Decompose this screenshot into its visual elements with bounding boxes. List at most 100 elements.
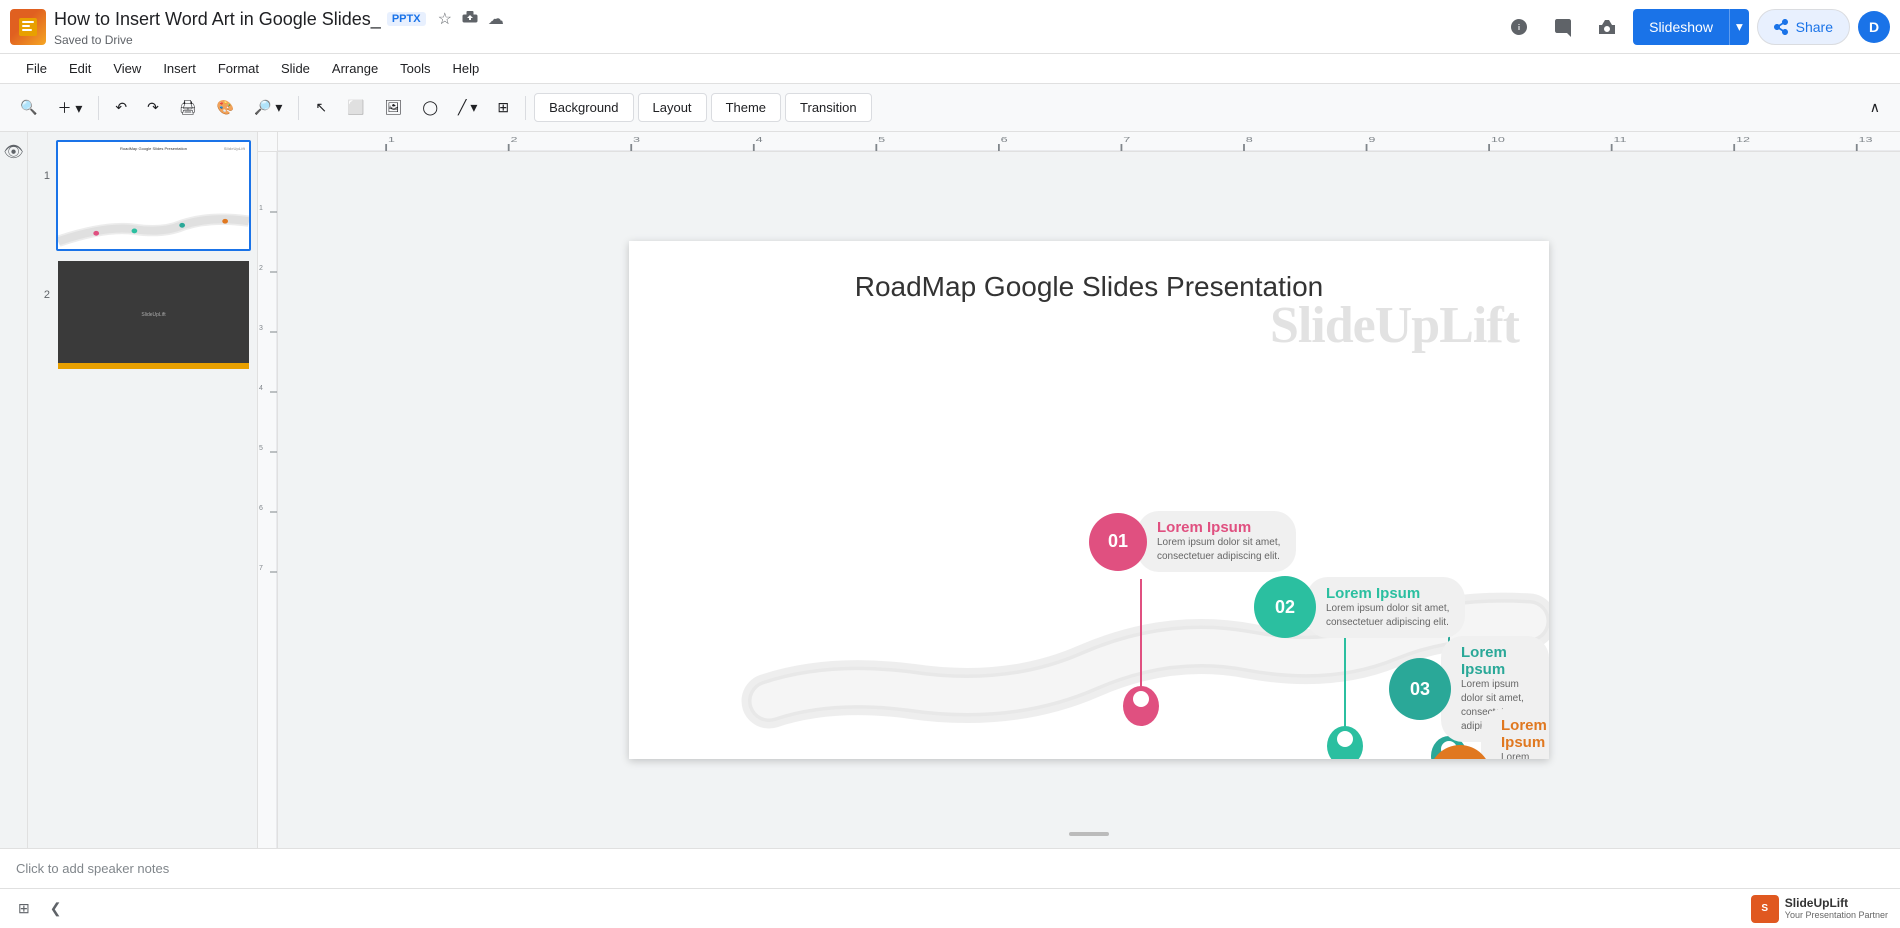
menu-tools[interactable]: Tools [390,57,440,80]
slides-panel: 1 RoadMap Google Slides Presentation Sli… [28,132,258,848]
svg-text:8: 8 [1246,137,1253,145]
svg-text:5: 5 [259,445,263,452]
slide-item-2[interactable]: 2 SlideUpLift [34,259,251,370]
left-side-icons: 👁 [0,132,28,848]
svg-text:1: 1 [388,137,395,145]
ruler-vertical: 1 2 3 4 5 6 7 [258,152,278,848]
slide2-label: SlideUpLift [141,312,165,318]
expand-panel-btn[interactable]: ❮ [44,896,68,921]
slide-thumb-inner-1: RoadMap Google Slides Presentation Slide… [58,142,249,249]
svg-text:11: 11 [1613,137,1626,145]
print-btn[interactable]: 🖨 [171,93,205,122]
milestone-01: 01 Lorem Ipsum Lorem ipsum dolor sit ame… [1089,511,1296,572]
slide-number-2: 2 [34,259,50,301]
title-icons: ☆ ☁ [436,7,506,32]
milestone-02: 02 Lorem Ipsum Lorem ipsum dolor sit ame… [1254,576,1465,638]
top-right-actions: Slideshow ▾ Share D [1501,9,1890,45]
canvas-area: 1 2 3 4 5 6 7 8 [258,132,1900,848]
ruler-row: 1 2 3 4 5 6 7 8 [258,132,1900,152]
top-bar: How to Insert Word Art in Google Slides_… [0,0,1900,54]
menu-help[interactable]: Help [443,57,490,80]
notes-bar[interactable]: Click to add speaker notes [0,848,1900,888]
collapse-toolbar-btn[interactable]: ∧ [1862,93,1888,122]
svg-text:13: 13 [1859,137,1873,145]
svg-text:9: 9 [1368,137,1375,145]
slide-item-1[interactable]: 1 RoadMap Google Slides Presentation Sli… [34,140,251,251]
scroll-indicator [1069,832,1109,836]
slideshow-dropdown[interactable]: ▾ [1729,9,1749,45]
slideshow-button[interactable]: Slideshow [1633,9,1729,45]
pptx-badge: PPTX [387,12,426,26]
share-label: Share [1796,19,1833,35]
image-btn[interactable]: 🖼 [377,93,411,122]
slide-thumb-inner-2: SlideUpLift [58,261,249,368]
slide-panel-icon[interactable]: 👁 [3,142,23,162]
camera-icon[interactable] [1589,11,1625,43]
textbox-btn[interactable]: ⊞ [489,93,517,122]
menu-view[interactable]: View [103,57,151,80]
ruler-corner [258,132,278,152]
svg-text:6: 6 [1001,137,1008,145]
app-icon [10,9,46,45]
logo-tagline: Your Presentation Partner [1785,910,1888,921]
svg-text:1: 1 [259,205,263,212]
slide-thumb-2[interactable]: SlideUpLift [56,259,251,370]
slideuplift-logo-bottom: S SlideUpLift Your Presentation Partner [1751,895,1888,923]
zoom-btn[interactable]: 🔎 ▾ [246,93,290,122]
menu-format[interactable]: Format [208,57,269,80]
slide-viewport: RoadMap Google Slides Presentation Slide… [278,152,1900,848]
transition-button[interactable]: Transition [785,93,872,122]
svg-text:12: 12 [1736,137,1750,145]
theme-button[interactable]: Theme [711,93,781,122]
toolbar: 🔍 ＋ ▾ ↶ ↷ 🖨 🎨 🔎 ▾ ↖ ⬜ 🖼 ◯ ╱ ▾ ⊞ Backgrou… [0,84,1900,132]
background-button[interactable]: Background [534,93,633,122]
doc-title[interactable]: How to Insert Word Art in Google Slides_ [54,9,381,30]
shapes-btn[interactable]: ◯ [414,93,446,122]
saved-status: Saved to Drive [54,33,1493,47]
undo-btn[interactable]: ↶ [107,93,135,122]
svg-text:7: 7 [1123,137,1130,145]
line-btn[interactable]: ╱ ▾ [450,93,485,122]
add-btn[interactable]: ＋ ▾ [49,92,90,124]
svg-text:2: 2 [510,137,517,145]
slide-thumb-1[interactable]: RoadMap Google Slides Presentation Slide… [56,140,251,251]
ruler-horizontal: 1 2 3 4 5 6 7 8 [278,132,1900,152]
svg-text:5: 5 [878,137,885,145]
svg-text:2: 2 [259,265,263,272]
main-layout: 👁 1 RoadMap Google Slides Presentation S… [0,132,1900,928]
svg-text:7: 7 [259,565,263,572]
doc-title-row: How to Insert Word Art in Google Slides_… [54,7,1493,32]
menu-bar: File Edit View Insert Format Slide Arran… [0,54,1900,84]
svg-text:3: 3 [633,137,640,145]
notes-placeholder: Click to add speaker notes [16,861,169,876]
star-icon[interactable]: ☆ [436,7,454,31]
bottom-bar: ⊞ ❮ S SlideUpLift Your Presentation Part… [0,888,1900,928]
shape-select-btn[interactable]: ⬜ [339,93,372,122]
history-icon[interactable] [1501,11,1537,43]
svg-text:3: 3 [259,325,263,332]
comments-icon[interactable] [1545,11,1581,43]
slide-container[interactable]: RoadMap Google Slides Presentation Slide… [629,241,1549,759]
menu-arrange[interactable]: Arrange [322,57,388,80]
svg-text:6: 6 [259,505,263,512]
layout-button[interactable]: Layout [638,93,707,122]
svg-text:4: 4 [756,137,763,145]
svg-text:10: 10 [1491,137,1505,145]
paint-format-btn[interactable]: 🎨 [209,93,242,122]
cloud-icon[interactable]: ☁ [486,7,506,31]
menu-file[interactable]: File [16,57,57,80]
search-btn[interactable]: 🔍 [12,93,45,122]
redo-btn[interactable]: ↷ [139,93,167,122]
logo-name: SlideUpLift [1785,896,1888,910]
slide-number-1: 1 [34,140,50,182]
save-to-drive-icon[interactable] [460,7,480,32]
slide-and-ruler: 1 2 3 4 5 6 7 [258,152,1900,848]
menu-edit[interactable]: Edit [59,57,101,80]
menu-slide[interactable]: Slide [271,57,320,80]
user-avatar[interactable]: D [1858,11,1890,43]
menu-insert[interactable]: Insert [153,57,206,80]
share-button[interactable]: Share [1757,9,1850,45]
select-btn[interactable]: ↖ [307,93,335,122]
title-area: How to Insert Word Art in Google Slides_… [54,7,1493,47]
grid-view-btn[interactable]: ⊞ [12,896,36,921]
